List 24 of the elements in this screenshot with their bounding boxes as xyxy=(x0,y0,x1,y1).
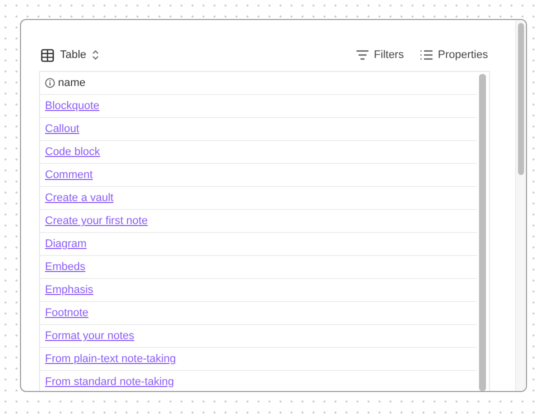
note-link[interactable]: Emphasis xyxy=(45,284,94,296)
chevron-up-down-icon xyxy=(92,50,100,60)
filter-icon xyxy=(356,50,369,60)
note-link[interactable]: Footnote xyxy=(45,307,88,319)
note-link[interactable]: Blockquote xyxy=(45,100,100,112)
view-switcher[interactable]: Table xyxy=(39,48,102,62)
table-scrollbar[interactable] xyxy=(479,74,486,391)
table-icon xyxy=(41,48,54,62)
info-icon xyxy=(45,78,55,88)
note-link[interactable]: From plain-text note-taking xyxy=(45,353,176,365)
note-link[interactable]: Embeds xyxy=(45,261,86,273)
note-link[interactable]: Diagram xyxy=(45,238,87,250)
note-link[interactable]: Format your notes xyxy=(45,330,134,342)
note-link[interactable]: Callout xyxy=(45,123,80,135)
note-link[interactable]: Create your first note xyxy=(45,215,148,227)
list-icon xyxy=(420,50,433,60)
note-link[interactable]: Code block xyxy=(45,146,100,158)
page-scrollbar[interactable] xyxy=(518,23,524,175)
properties-button[interactable]: Properties xyxy=(418,49,490,61)
note-link[interactable]: From standard note-taking xyxy=(45,376,174,388)
note-link[interactable]: Comment xyxy=(45,169,93,181)
filters-button[interactable]: Filters xyxy=(354,49,406,61)
column-header[interactable]: name xyxy=(58,77,86,89)
note-link[interactable]: Create a vault xyxy=(45,192,114,204)
